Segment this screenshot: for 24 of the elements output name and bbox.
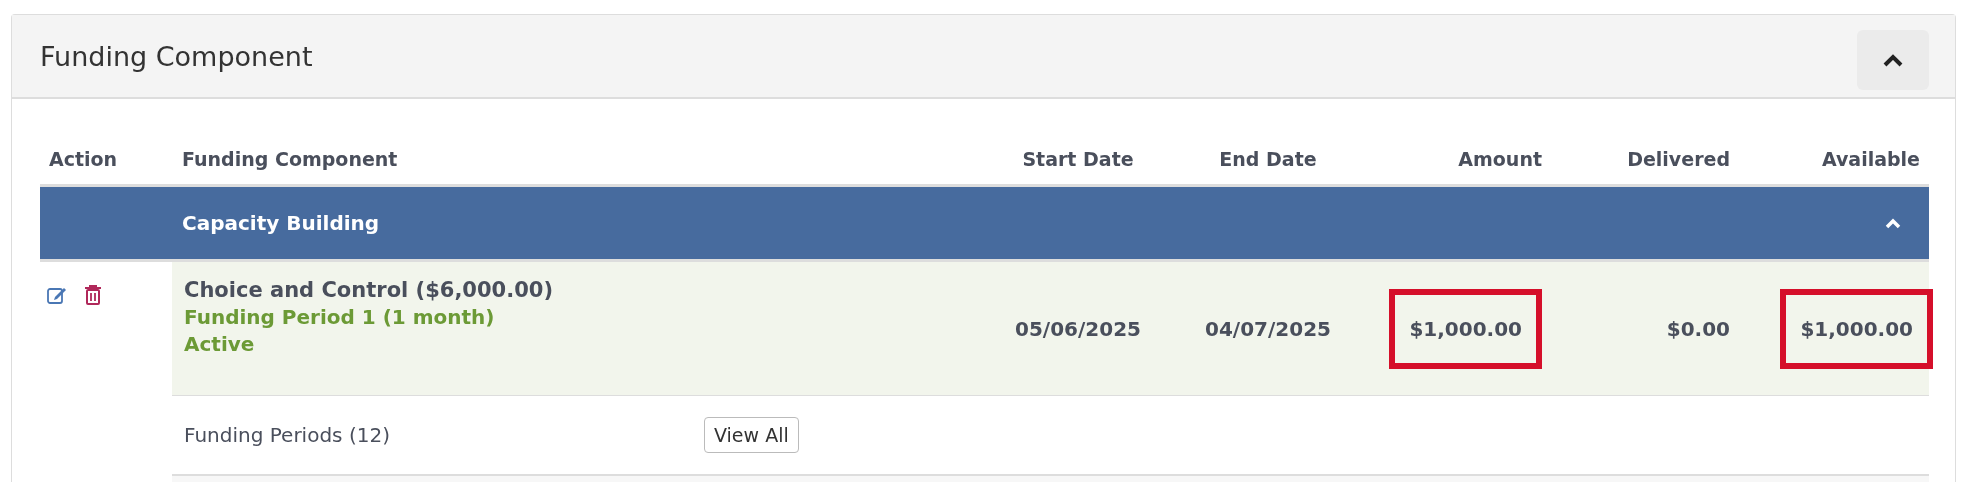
- panel-title: Funding Component: [40, 40, 313, 72]
- available-value: $1,000.00: [1780, 288, 1933, 369]
- chevron-up-icon: [1883, 53, 1903, 67]
- trash-icon[interactable]: [84, 284, 102, 306]
- column-header: End Date: [1218, 148, 1318, 170]
- column-header: Amount: [1457, 148, 1543, 170]
- funding-periods-label: Funding Periods (12): [183, 423, 391, 447]
- column-header: Start Date: [1021, 148, 1135, 170]
- group-row[interactable]: Capacity Building: [40, 187, 1929, 262]
- status-text: Active: [184, 332, 256, 356]
- chevron-up-icon: [1885, 217, 1901, 229]
- column-header: Available: [1820, 148, 1921, 170]
- view-all-button[interactable]: View All: [704, 417, 799, 453]
- funding-period: Funding Period 1 (1 month): [184, 305, 496, 329]
- component-name: Choice and Control ($6,000.00): [184, 278, 554, 302]
- end-date: 04/07/2025: [1205, 316, 1331, 341]
- column-header: Delivered: [1626, 148, 1731, 170]
- start-date: 05/06/2025: [1015, 316, 1141, 341]
- column-header: Action: [48, 148, 119, 170]
- collapse-button[interactable]: [1857, 30, 1929, 90]
- amount-value: $1,000.00: [1389, 288, 1542, 369]
- delivered-value: $0.00: [1666, 316, 1730, 341]
- group-name: Capacity Building: [182, 211, 380, 235]
- column-header: Funding Component: [181, 148, 399, 170]
